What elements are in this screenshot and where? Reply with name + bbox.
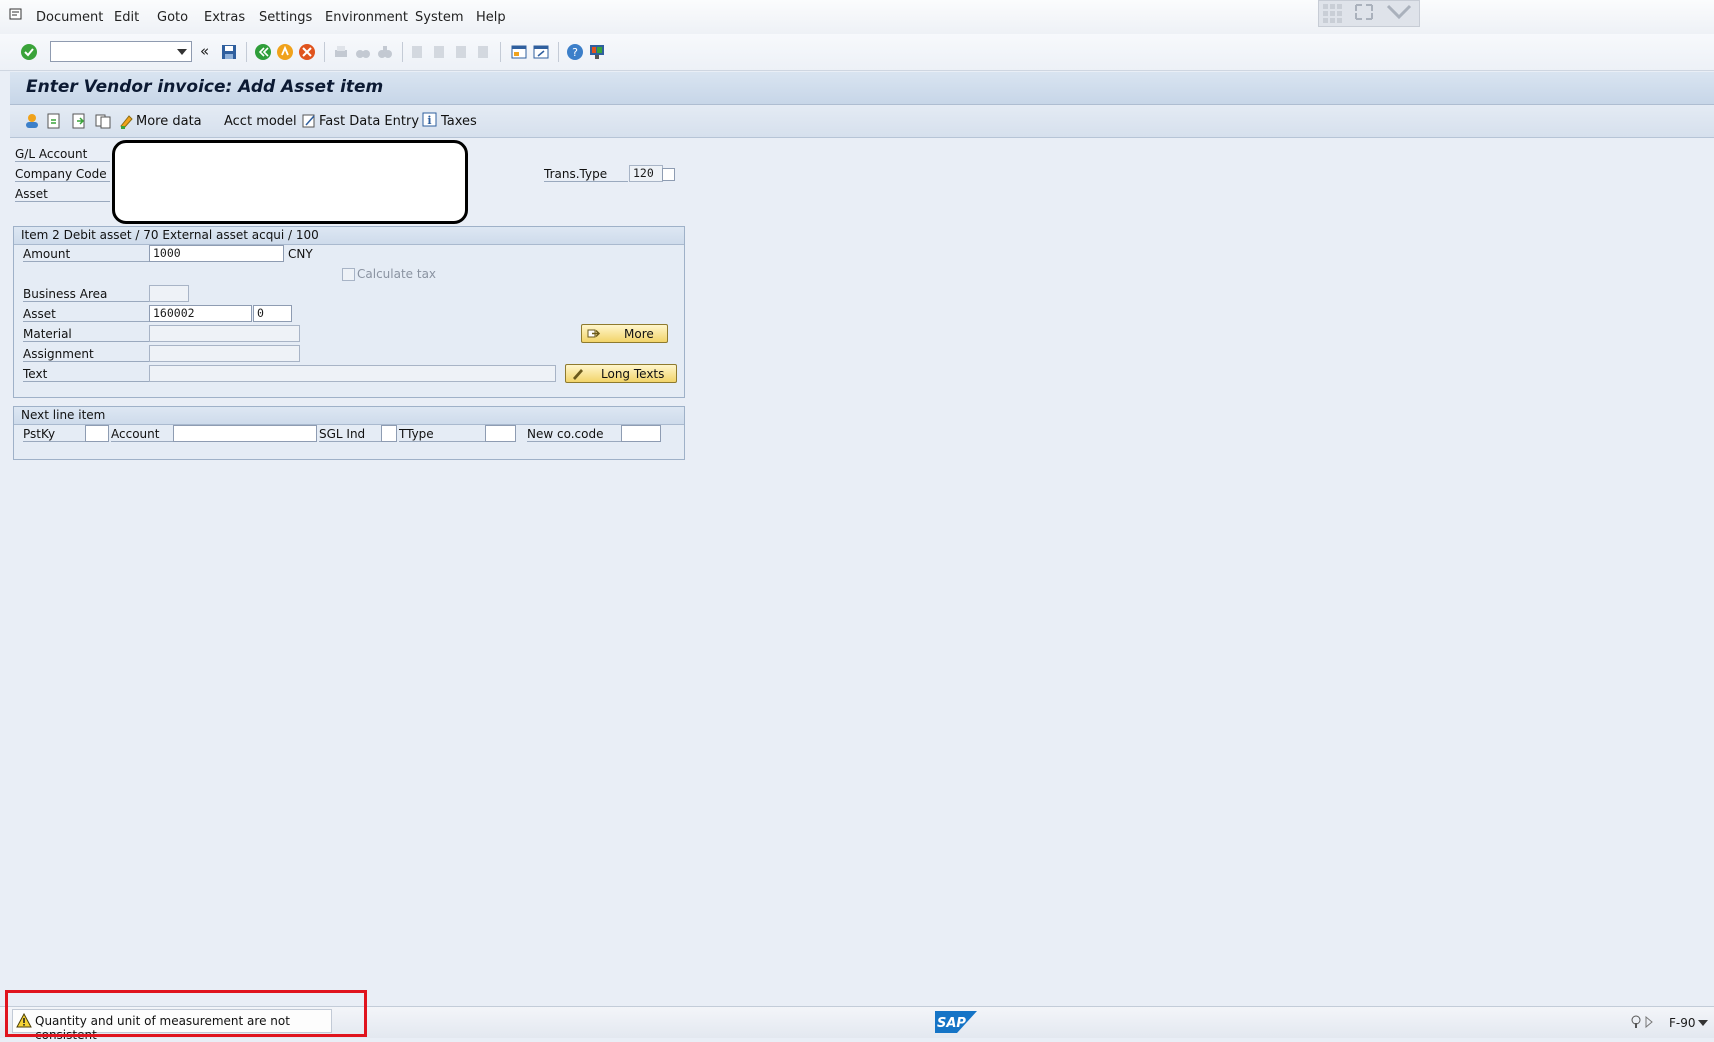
exit-icon[interactable] [276, 43, 294, 61]
chevron-down-icon[interactable] [177, 49, 187, 55]
gl-account-label: G/L Account [15, 147, 110, 162]
document-overview-icon[interactable] [45, 112, 63, 133]
back-nav-icon[interactable]: « [200, 42, 209, 60]
last-page-icon [474, 43, 492, 61]
more-data-button[interactable]: More data [136, 114, 202, 129]
enter-icon[interactable] [20, 43, 38, 61]
calculate-tax-label: Calculate tax [357, 267, 437, 281]
maximize-icon[interactable] [1354, 3, 1374, 24]
material-field[interactable] [149, 325, 300, 342]
item-group-title: Item 2 Debit asset / 70 External asset a… [21, 228, 319, 242]
asset-number-field[interactable]: 160002 [149, 305, 252, 322]
highlight-box [5, 990, 367, 1037]
page-title: Enter Vendor invoice: Add Asset item [26, 77, 384, 97]
text-field[interactable] [149, 365, 556, 382]
svg-text:i: i [427, 114, 431, 127]
transaction-code[interactable]: F-90 [1669, 1016, 1696, 1030]
account-field[interactable] [173, 425, 317, 442]
assignment-label: Assignment [23, 347, 149, 362]
asset-subnumber-field[interactable]: 0 [253, 305, 292, 322]
menu-bar: Document Edit Goto Extras Settings Envir… [0, 0, 1714, 35]
save-icon[interactable] [220, 43, 238, 61]
material-label: Material [23, 327, 149, 342]
arrow-right-icon [587, 327, 601, 340]
fast-data-entry-icon[interactable] [301, 112, 317, 133]
more-button[interactable]: More [581, 324, 668, 343]
currency-label: CNY [288, 247, 313, 261]
menu-document[interactable]: Document [36, 10, 103, 25]
calculate-tax-checkbox[interactable] [342, 268, 355, 281]
menu-environment[interactable]: Environment [325, 10, 408, 25]
redacted-area [112, 140, 468, 224]
copy-icon[interactable] [94, 112, 112, 133]
menu-extras[interactable]: Extras [204, 10, 245, 25]
customize-layout-icon[interactable] [588, 43, 606, 61]
create-session-icon[interactable] [510, 43, 528, 61]
print-icon [332, 43, 350, 61]
asset-label: Asset [23, 307, 149, 322]
long-texts-button[interactable]: Long Texts [565, 364, 677, 383]
command-field[interactable] [50, 41, 192, 62]
menu-system[interactable]: System [415, 10, 463, 25]
svg-text:?: ? [572, 46, 578, 59]
ttype-field[interactable] [485, 425, 516, 442]
amount-field[interactable]: 1000 [149, 245, 284, 262]
company-code-label: Company Code [15, 167, 110, 182]
system-info-icon[interactable] [1630, 1014, 1656, 1033]
sgl-ind-field[interactable] [381, 425, 397, 442]
application-toolbar: More data Acct model Fast Data Entry i T… [10, 105, 1714, 138]
menu-help[interactable]: Help [476, 10, 506, 25]
edit-text-icon [571, 367, 585, 380]
menu-edit[interactable]: Edit [114, 10, 139, 25]
new-cocode-field[interactable] [621, 425, 661, 442]
taxes-button[interactable]: Taxes [441, 114, 477, 129]
text-label: Text [23, 367, 149, 382]
pstky-field[interactable] [85, 425, 109, 442]
menu-icon[interactable] [9, 8, 23, 21]
menu-goto[interactable]: Goto [157, 10, 188, 25]
more-button-label: More [624, 327, 654, 341]
assignment-field[interactable] [149, 345, 300, 362]
ttype-label: TType [399, 427, 485, 442]
sap-logo-text: SAP [937, 1016, 966, 1031]
find-next-icon [376, 43, 394, 61]
trans-type-field[interactable]: 120 [629, 165, 663, 182]
trans-type-label: Trans.Type [544, 167, 628, 182]
info-icon[interactable]: i [422, 112, 438, 131]
find-icon [354, 43, 372, 61]
business-area-field[interactable] [149, 285, 189, 302]
cancel-icon[interactable] [298, 43, 316, 61]
next-page-icon [452, 43, 470, 61]
previous-page-icon [430, 43, 448, 61]
back-icon[interactable] [254, 43, 272, 61]
sgl-ind-label: SGL Ind [319, 427, 381, 442]
help-icon[interactable]: ? [566, 43, 584, 61]
chevron-down-icon[interactable] [1385, 3, 1413, 24]
grid-icon[interactable] [1322, 3, 1344, 28]
amount-label: Amount [23, 247, 149, 262]
pstky-label: PstKy [23, 427, 85, 442]
shortcut-icon[interactable] [532, 43, 550, 61]
window-controls [1318, 0, 1420, 27]
trans-type-checkbox[interactable] [662, 168, 675, 181]
next-line-item-title: Next line item [21, 408, 106, 422]
fast-data-entry-button[interactable]: Fast Data Entry [319, 114, 419, 129]
new-cocode-label: New co.code [527, 427, 621, 442]
asset-header-label: Asset [15, 187, 110, 202]
standard-toolbar: « ? [0, 34, 1714, 71]
display-person-icon[interactable] [23, 112, 41, 133]
business-area-label: Business Area [23, 287, 149, 302]
screen-title-bar: Enter Vendor invoice: Add Asset item [10, 72, 1714, 105]
account-label: Account [111, 427, 173, 442]
menu-settings[interactable]: Settings [259, 10, 312, 25]
long-texts-button-label: Long Texts [601, 367, 665, 381]
chevron-down-icon[interactable] [1698, 1020, 1708, 1026]
first-page-icon [408, 43, 426, 61]
acct-model-button[interactable]: Acct model [224, 114, 297, 129]
more-data-icon[interactable] [119, 112, 135, 133]
sap-logo: SAP [935, 1011, 977, 1036]
post-document-icon[interactable] [70, 112, 88, 133]
